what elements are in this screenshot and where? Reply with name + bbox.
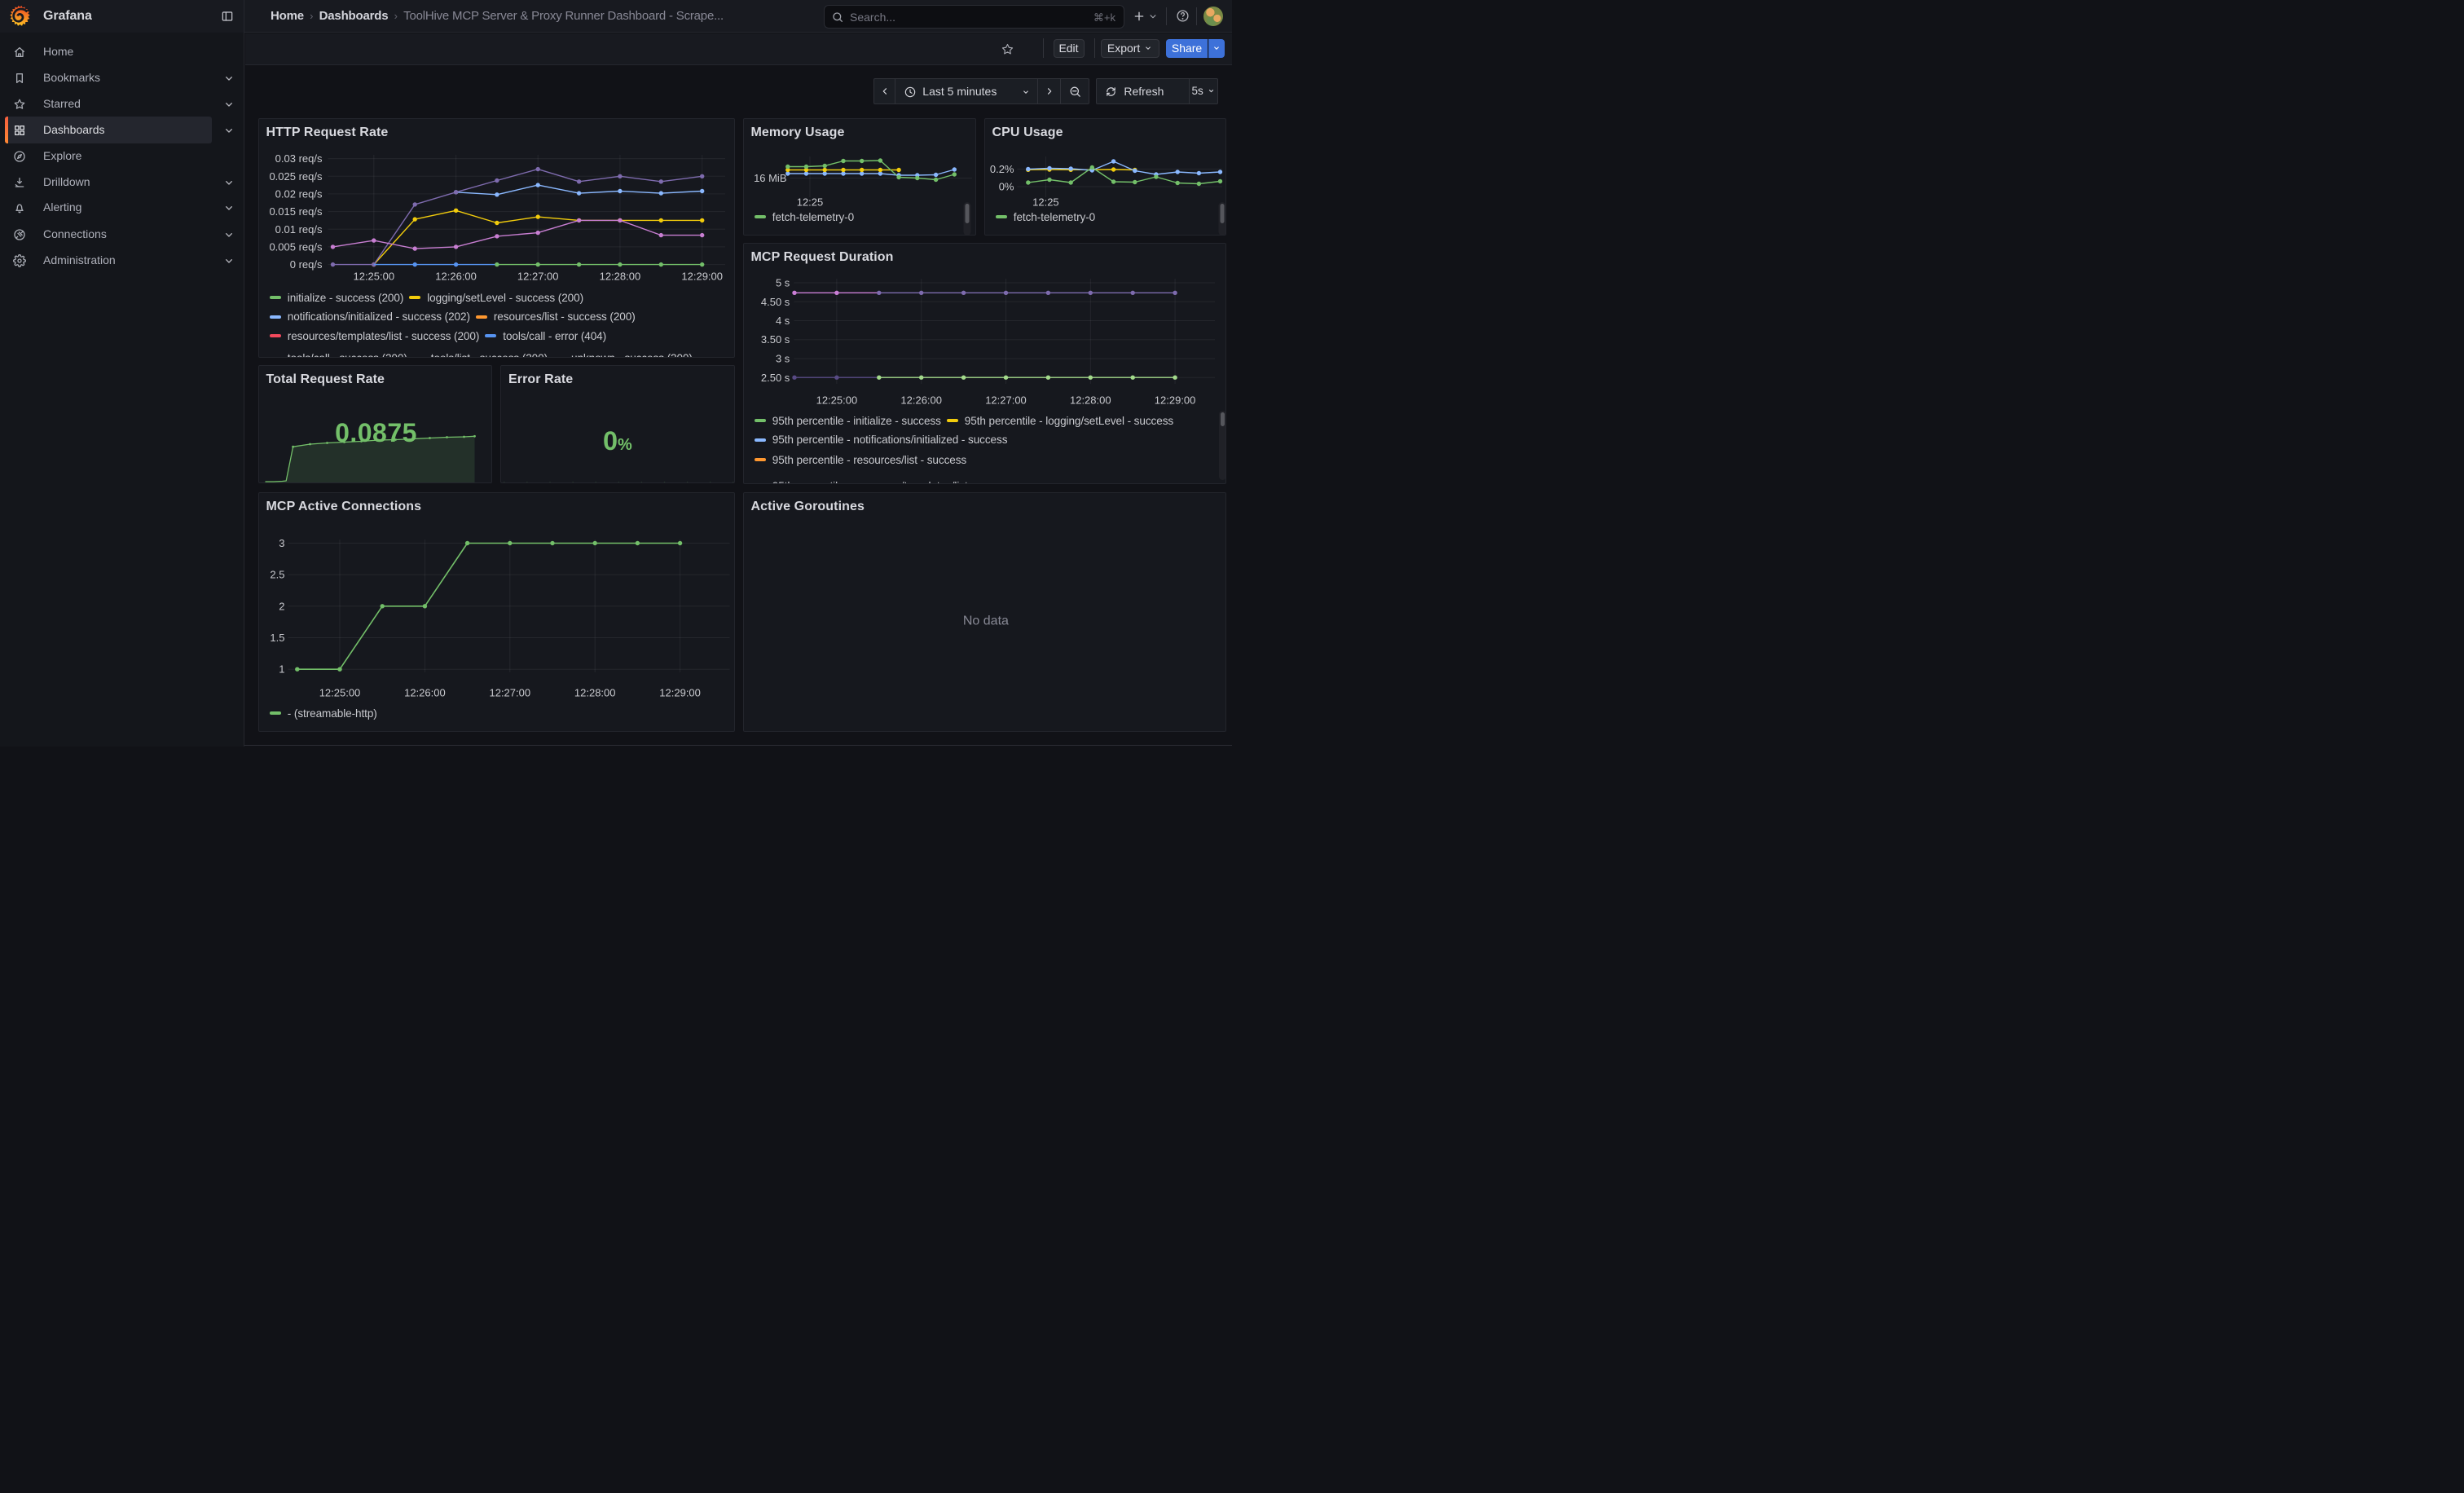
svg-text:1.5: 1.5 [270, 632, 284, 644]
svg-text:16 MiB: 16 MiB [754, 172, 786, 184]
svg-text:12:28:00: 12:28:00 [574, 686, 615, 698]
svg-text:12:26:00: 12:26:00 [404, 686, 446, 698]
svg-text:12:27:00: 12:27:00 [489, 686, 530, 698]
svg-text:0 req/s: 0 req/s [289, 258, 322, 271]
svg-text:0.005 req/s: 0.005 req/s [269, 240, 323, 253]
svg-text:12:25:00: 12:25:00 [319, 686, 360, 698]
svg-text:4 s: 4 s [775, 315, 790, 327]
svg-text:0%: 0% [603, 426, 632, 456]
svg-text:0.025 req/s: 0.025 req/s [269, 170, 323, 183]
svg-text:12:25: 12:25 [1032, 196, 1059, 208]
svg-text:12:25:00: 12:25:00 [816, 394, 857, 406]
svg-text:12:28:00: 12:28:00 [1069, 394, 1111, 406]
svg-text:0.02 req/s: 0.02 req/s [275, 187, 322, 200]
svg-text:4.50 s: 4.50 s [760, 295, 790, 307]
svg-text:0.2%: 0.2% [989, 163, 1014, 175]
svg-text:0%: 0% [998, 180, 1014, 192]
svg-text:12:27:00: 12:27:00 [517, 271, 558, 283]
svg-text:2: 2 [279, 600, 284, 612]
svg-text:12:25:00: 12:25:00 [353, 271, 394, 283]
svg-text:12:26:00: 12:26:00 [435, 271, 477, 283]
svg-text:2.50 s: 2.50 s [760, 371, 790, 383]
svg-text:12:25: 12:25 [796, 196, 823, 208]
svg-text:12:26:00: 12:26:00 [900, 394, 942, 406]
svg-text:0.0875: 0.0875 [335, 418, 417, 447]
svg-text:5 s: 5 s [775, 276, 790, 288]
svg-text:3 s: 3 s [775, 352, 790, 364]
svg-text:0.03 req/s: 0.03 req/s [275, 152, 322, 165]
svg-text:0.01 req/s: 0.01 req/s [275, 223, 322, 236]
svg-text:1: 1 [279, 663, 284, 675]
svg-text:0.015 req/s: 0.015 req/s [269, 205, 323, 218]
svg-text:2.5: 2.5 [270, 568, 284, 580]
svg-text:12:29:00: 12:29:00 [659, 686, 701, 698]
svg-text:12:29:00: 12:29:00 [681, 271, 723, 283]
svg-text:3.50 s: 3.50 s [760, 333, 790, 346]
svg-text:3: 3 [279, 537, 284, 549]
svg-text:12:27:00: 12:27:00 [985, 394, 1027, 406]
svg-text:No data: No data [962, 614, 1008, 628]
svg-text:12:29:00: 12:29:00 [1154, 394, 1195, 406]
svg-text:12:28:00: 12:28:00 [599, 271, 640, 283]
